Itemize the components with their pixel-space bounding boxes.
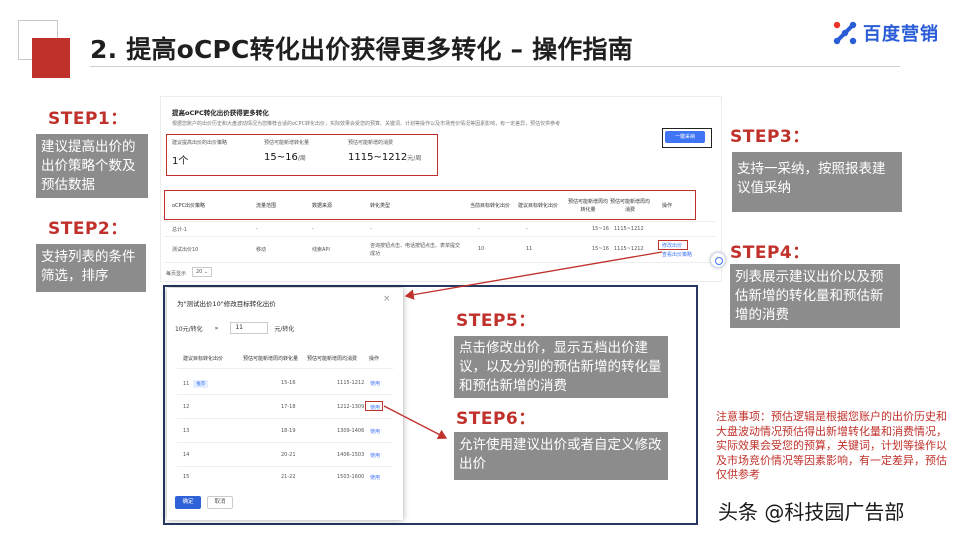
step6-desc: 允许使用建议出价或者自定义修改出价: [454, 432, 668, 480]
col-suggest-bid[interactable]: 建议目标转化出价: [518, 202, 558, 209]
step2-desc: 支持列表的条件筛选，排序: [36, 244, 146, 292]
row2-suggest: 11: [526, 246, 533, 252]
dialog-col-cost: 预估可能新增周均消费: [307, 356, 358, 362]
step5-desc: 点击修改出价，显示五档出价建议，以及分别的预估新增的转化量和预估新增的消费: [454, 336, 668, 398]
row1-name: 总计-1: [172, 227, 187, 233]
cancel-button[interactable]: 取消: [207, 496, 233, 509]
row2-conv: 15~16: [592, 246, 609, 252]
row1-flow: -: [256, 226, 258, 232]
view-strategy-link[interactable]: 查看出价策略: [662, 251, 692, 258]
adopt-highlight-outline: [662, 128, 712, 148]
option-cost: 1309-1406: [337, 428, 365, 434]
row1-current: -: [478, 226, 480, 232]
use-button[interactable]: 使用: [370, 474, 380, 481]
dialog-col-bid: 建议目标转化出价: [183, 356, 224, 362]
panel-title: 提高oCPC转化出价获得更多转化: [172, 109, 269, 117]
step1-desc: 建议提高出价的出价策略个数及预估数据: [36, 134, 148, 198]
bid-input[interactable]: 11: [230, 322, 269, 334]
option-conv: 20-21: [281, 452, 296, 458]
row1-suggest: -: [526, 226, 528, 232]
row-divider: [177, 442, 393, 443]
step4-label: STEP4：: [730, 243, 810, 263]
row2-name: 测试出价10: [172, 247, 199, 253]
dialog-col-conv: 预估可能新增周均转化量: [243, 356, 299, 362]
row2-current: 10: [478, 246, 485, 252]
slide: 2. 提高oCPC转化出价获得更多转化 – 操作指南 百度营销 STEP1： 建…: [0, 0, 960, 540]
option-bid: 14: [183, 452, 190, 458]
step1-label: STEP1：: [48, 109, 128, 129]
option-conv: 17-18: [281, 404, 296, 410]
row2-flow: 移动: [256, 247, 267, 253]
step6-label: STEP6：: [456, 409, 536, 429]
step2-label: STEP2：: [48, 219, 128, 239]
option-bid: 15: [183, 474, 190, 480]
option-cost: 1503-1600: [337, 474, 365, 480]
option-cost: 1406-1503: [337, 452, 365, 458]
notice-text: 注意事项：预估逻辑是根据您账户的出价历史和大盘波动情况预估得出新增转化量和消费情…: [716, 410, 947, 481]
option-cost: 1115-1212: [337, 380, 365, 386]
col-current-bid[interactable]: 当前目标转化出价: [470, 202, 510, 209]
col-flow[interactable]: 流量范围: [256, 202, 276, 209]
option-cost: 1212-1309: [337, 404, 365, 410]
row2-cost: 1115~1212: [614, 246, 644, 252]
row2-source: 线索API: [312, 247, 330, 253]
row-divider: [177, 368, 393, 369]
row-divider: [177, 466, 393, 467]
col-conv-type[interactable]: 转化类型: [370, 202, 390, 209]
use-button[interactable]: 使用: [370, 428, 380, 435]
row-divider: [177, 418, 393, 419]
confirm-button[interactable]: 确定: [175, 496, 201, 509]
logo-text: 百度营销: [863, 24, 939, 45]
summary-cost: 预估可能新增的消费 1115~1212元/周: [348, 140, 422, 163]
use-button[interactable]: 使用: [370, 380, 380, 387]
row1-type: -: [370, 226, 372, 232]
row1-cost: 1115~1212: [614, 226, 644, 232]
step3-label: STEP3：: [730, 127, 810, 147]
row-divider: [177, 394, 393, 395]
option-bid: 11 推荐: [183, 380, 209, 388]
summary-conversions: 预估可能新增转化量 15~16/周: [264, 140, 310, 163]
col-strategy[interactable]: oCPC出价策略: [172, 202, 205, 209]
slide-title: 2. 提高oCPC转化出价获得更多转化 – 操作指南: [90, 35, 633, 64]
step3-desc: 支持一采纳，按照报表建议值采纳: [732, 152, 902, 212]
summary-strategy-count: 建议提高出价的出价策略 1个: [172, 140, 228, 167]
col-action: 操作: [662, 203, 673, 209]
arrow-icon: »: [214, 324, 219, 332]
step5-label: STEP5：: [456, 311, 536, 331]
step4-desc: 列表展示建议出价以及预估新增的转化量和预估新增的消费: [730, 264, 900, 328]
watermark: 头条 @科技园广告部: [718, 500, 905, 524]
row2-type: 咨询按钮点击、电话按钮点击、表单提交成功: [370, 243, 461, 257]
page-size-label: 每页显示: [166, 271, 187, 277]
row1-source: -: [312, 226, 314, 232]
decor-square-red: [32, 38, 70, 78]
bid-unit: 元/转化: [274, 325, 295, 333]
use-button[interactable]: 使用: [370, 452, 380, 459]
option-conv: 21-22: [281, 474, 296, 480]
col-new-conv[interactable]: 预估可能新增周均转化量: [566, 198, 610, 214]
title-divider: [90, 66, 900, 67]
row-divider: [164, 262, 716, 263]
option-conv: 15-16: [281, 380, 296, 386]
dialog-title: 为"测试出价10"修改目标转化出价: [177, 300, 276, 308]
bid-input-row: 10元/转化 » 11 元/转化: [175, 322, 294, 334]
page-size-select[interactable]: 20 ⌄: [192, 267, 212, 277]
recommended-badge: 推荐: [193, 380, 209, 388]
dialog-col-action: 操作: [369, 356, 380, 362]
close-icon[interactable]: ×: [383, 294, 391, 304]
baidu-logo-icon: [832, 20, 858, 46]
modify-bid-highlight: [658, 240, 688, 250]
floating-help-icon[interactable]: [710, 252, 726, 268]
use-highlight-outline: [365, 401, 383, 411]
option-bid: 13: [183, 428, 190, 434]
row-divider: [164, 236, 716, 237]
row1-conv: 15~16: [592, 226, 609, 232]
option-conv: 18-19: [281, 428, 296, 434]
current-bid-value: 10元/转化: [175, 325, 203, 333]
col-new-cost[interactable]: 预估可能新增周均消费: [610, 198, 650, 214]
col-source[interactable]: 数据来源: [312, 202, 332, 209]
row-divider: [164, 221, 716, 222]
panel-description: 根据您账户的出价历史和大盘波动情况为您推荐合适的oCPC转化出价，实际效果会受您…: [172, 121, 561, 127]
option-bid: 12: [183, 404, 190, 410]
baidu-marketing-logo: 百度营销: [832, 20, 939, 46]
